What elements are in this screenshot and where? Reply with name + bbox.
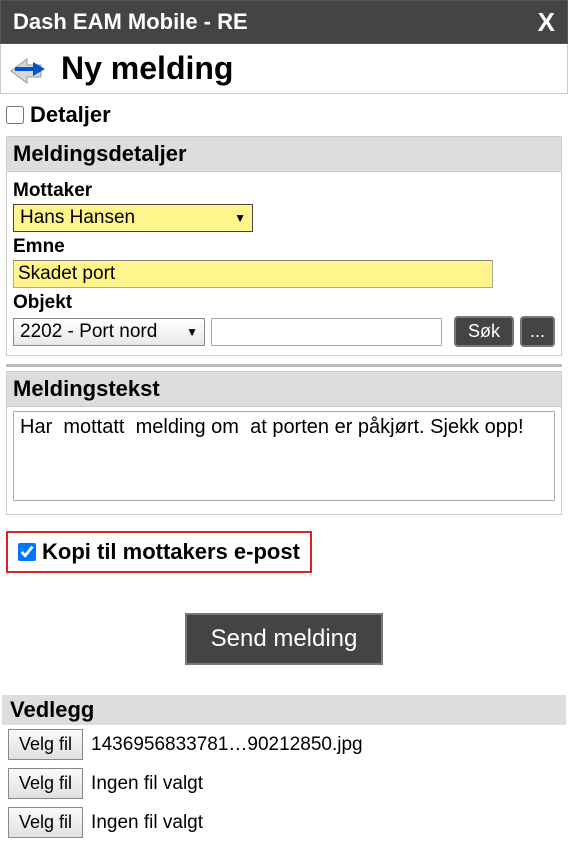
object-search-input[interactable] (211, 318, 442, 346)
object-value: 2202 - Port nord (20, 321, 157, 343)
attachments-header: Vedlegg (2, 695, 566, 725)
attachment-row: Velg fil Ingen fil valgt (0, 764, 568, 803)
details-label: Detaljer (30, 102, 111, 128)
recipient-label: Mottaker (13, 180, 555, 202)
divider (6, 364, 562, 367)
recipient-select[interactable]: Hans Hansen ▼ (13, 204, 253, 232)
titlebar: Dash EAM Mobile - RE X (0, 0, 568, 44)
section-message-text: Meldingstekst Har mottatt melding om at … (6, 371, 562, 515)
choose-file-button[interactable]: Velg fil (8, 807, 83, 838)
send-message-button[interactable]: Send melding (185, 613, 384, 665)
subject-input[interactable] (13, 260, 493, 288)
attachment-filename: Ingen fil valgt (91, 812, 203, 834)
attachment-row: Velg fil 1436956833781…90212850.jpg (0, 725, 568, 764)
copy-email-label: Kopi til mottakers e-post (42, 539, 300, 565)
section-message-details: Meldingsdetaljer Mottaker Hans Hansen ▼ … (6, 136, 562, 356)
section-header-details: Meldingsdetaljer (7, 137, 561, 172)
recipient-value: Hans Hansen (20, 207, 135, 229)
attachment-filename: Ingen fil valgt (91, 773, 203, 795)
search-button[interactable]: Søk (454, 316, 514, 347)
details-toggle-row: Detaljer (0, 94, 568, 136)
app-title: Dash EAM Mobile - RE (13, 9, 248, 35)
object-select[interactable]: 2202 - Port nord ▼ (13, 318, 205, 346)
send-arrow-icon (9, 51, 51, 87)
section-header-text: Meldingstekst (7, 372, 561, 407)
copy-email-row: Kopi til mottakers e-post (6, 531, 312, 573)
copy-email-checkbox[interactable] (18, 543, 36, 561)
attachment-row: Velg fil Ingen fil valgt (0, 803, 568, 842)
message-body-textarea[interactable]: Har mottatt melding om at porten er påkj… (13, 411, 555, 501)
page-heading: Ny melding (0, 44, 568, 94)
choose-file-button[interactable]: Velg fil (8, 729, 83, 760)
chevron-down-icon: ▼ (186, 325, 198, 339)
details-checkbox[interactable] (6, 106, 24, 124)
close-button[interactable]: X (538, 7, 555, 38)
attachment-filename: 1436956833781…90212850.jpg (91, 734, 363, 756)
more-button[interactable]: ... (520, 316, 555, 347)
chevron-down-icon: ▼ (234, 211, 246, 225)
choose-file-button[interactable]: Velg fil (8, 768, 83, 799)
page-title: Ny melding (61, 50, 233, 87)
subject-label: Emne (13, 236, 555, 258)
object-label: Objekt (13, 292, 555, 314)
